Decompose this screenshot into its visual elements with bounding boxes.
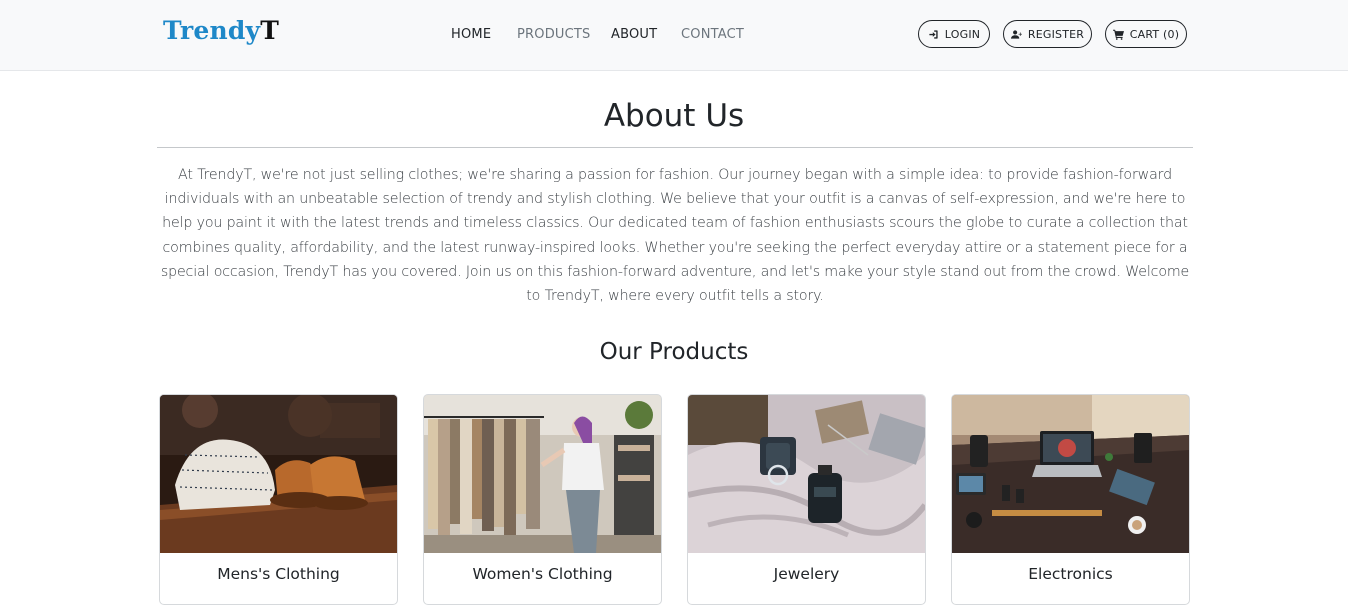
product-card-womens-clothing[interactable]: Women's Clothing [423, 394, 662, 605]
products-title: Our Products [599, 339, 749, 365]
womens-clothing-photo[interactable] [424, 395, 661, 553]
mens-clothing-photo[interactable] [160, 395, 397, 553]
user-plus-icon [1010, 29, 1022, 39]
product-label-electronics: Electronics [1028, 565, 1113, 583]
nav-products[interactable]: PRODUCTS [517, 27, 591, 42]
electronics-photo[interactable] [952, 395, 1189, 553]
nav-about[interactable]: ABOUT [611, 27, 657, 42]
product-card-mens-clothing[interactable]: Mens's Clothing [159, 394, 398, 605]
login-button[interactable]: LOGIN [918, 20, 990, 48]
login-label: LOGIN [944, 27, 981, 41]
shopping-cart-icon [1112, 29, 1124, 40]
sign-in-icon [929, 29, 938, 39]
about-description: At TrendyT, we're not just selling cloth… [160, 167, 1190, 305]
register-label: REGISTER [1027, 27, 1085, 41]
product-card-jewelery[interactable]: Jewelery [687, 394, 926, 605]
nav-contact[interactable]: CONTACT [681, 27, 744, 42]
brand-part-1: Trendy [163, 16, 261, 45]
about-title: About Us [603, 98, 745, 134]
brand-logo[interactable]: TrendyT [163, 16, 279, 45]
product-label-womens-clothing: Women's Clothing [472, 565, 613, 583]
jewelery-photo[interactable] [688, 395, 925, 553]
about-divider [157, 147, 1193, 148]
product-label-jewelery: Jewelery [773, 565, 840, 583]
navbar: TrendyT HOME PRODUCTS ABOUT CONTACT LOGI… [0, 0, 1348, 71]
brand-part-2: T [260, 16, 280, 45]
product-card-electronics[interactable]: Electronics [951, 394, 1190, 605]
cart-label: CART (0) [1129, 27, 1180, 41]
cart-button[interactable]: CART (0) [1105, 20, 1187, 48]
register-button[interactable]: REGISTER [1003, 20, 1092, 48]
product-label-mens-clothing: Mens's Clothing [217, 565, 340, 583]
nav-home[interactable]: HOME [451, 27, 491, 42]
